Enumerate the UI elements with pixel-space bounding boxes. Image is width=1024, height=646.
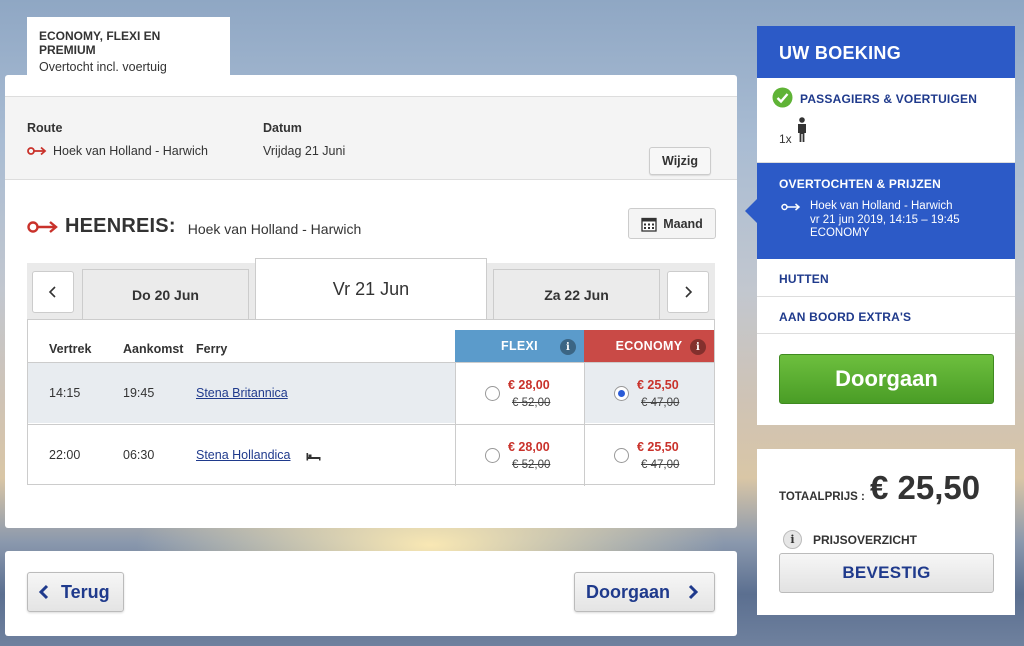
info-icon[interactable]: i — [783, 530, 802, 549]
passenger-count: 1x — [779, 132, 792, 146]
step-crossings-title: OVERTOCHTEN & PRIJZEN — [779, 177, 941, 191]
continue-button[interactable]: Doorgaan — [574, 572, 715, 612]
sidebar-continue-button[interactable]: Doorgaan — [779, 354, 994, 404]
check-circle-icon — [772, 87, 793, 108]
step-crossings-prices[interactable]: OVERTOCHTEN & PRIJZEN Hoek van Holland -… — [745, 163, 1015, 259]
date-value: Vrijdag 21 Juni — [263, 144, 346, 158]
crossing-selection-card: Route Hoek van Holland - Harwich Datum V… — [5, 75, 737, 528]
bed-icon — [306, 453, 321, 461]
economy-old-price: € 47,00 — [641, 397, 680, 409]
back-button-label: Terug — [61, 581, 110, 602]
route-arrow-icon — [27, 146, 47, 156]
flexi-price: € 28,00 — [508, 440, 550, 454]
flexi-old-price: € 52,00 — [512, 397, 551, 409]
fare-option-economy[interactable]: € 25,50 € 47,00 — [584, 425, 714, 486]
fare-header-economy[interactable]: ECONOMY i — [584, 330, 714, 362]
step-cabins[interactable]: HUTTEN — [757, 259, 1015, 297]
departure-time: 22:00 — [49, 448, 81, 462]
fare-header-flexi-label: FLEXI — [501, 339, 538, 353]
selected-crossing-details: Hoek van Holland - Harwich vr 21 jun 201… — [810, 200, 960, 241]
selected-route: Hoek van Holland - Harwich — [810, 200, 953, 212]
booking-title: UW BOEKING — [757, 26, 1015, 78]
selected-datetime: vr 21 jun 2019, 14:15 – 19:45 — [810, 213, 960, 226]
active-step-pointer — [745, 199, 757, 223]
step-cabins-title: HUTTEN — [779, 272, 829, 286]
continue-button-label: Doorgaan — [586, 581, 671, 602]
ferry-link[interactable]: Stena Britannica — [196, 386, 288, 400]
fare-option-flexi[interactable]: € 28,00 € 52,00 — [455, 425, 584, 486]
date-label: Datum — [263, 121, 302, 135]
date-tab-previous[interactable]: Do 20 Jun — [82, 269, 249, 319]
total-price-amount: € 25,50 — [870, 469, 981, 506]
route-arrow-icon — [27, 220, 58, 233]
change-button[interactable]: Wijzig — [649, 147, 711, 175]
departure-time: 14:15 — [49, 386, 81, 400]
month-view-button[interactable]: Maand — [628, 208, 716, 239]
sailings-table: Vertrek Aankomst Ferry FLEXI i ECONOMY i… — [27, 319, 715, 486]
economy-radio[interactable] — [614, 448, 629, 463]
step-extras-title: AAN BOORD EXTRA'S — [779, 310, 912, 324]
flexi-price: € 28,00 — [508, 378, 550, 392]
previous-date-button[interactable] — [32, 271, 74, 313]
fare-header-economy-label: ECONOMY — [615, 339, 683, 353]
fare-option-flexi[interactable]: € 28,00 € 52,00 — [455, 363, 584, 424]
economy-old-price: € 47,00 — [641, 459, 680, 471]
ferry-link[interactable]: Stena Hollandica — [196, 448, 291, 462]
calendar-icon — [641, 217, 657, 232]
route-arrow-icon — [781, 203, 801, 211]
person-icon — [798, 117, 806, 142]
column-header-arrival: Aankomst — [123, 342, 184, 356]
price-overview-link[interactable]: PRIJSOVERZICHT — [813, 533, 917, 547]
confirm-button[interactable]: BEVESTIG — [779, 553, 994, 593]
outbound-route: Hoek van Holland - Harwich — [187, 220, 362, 237]
step-passengers-title: PASSAGIERS & VOERTUIGEN — [800, 92, 978, 106]
step-passengers-vehicles[interactable]: PASSAGIERS & VOERTUIGEN 1x — [757, 78, 1015, 163]
economy-price: € 25,50 — [637, 440, 679, 454]
fare-option-economy[interactable]: € 25,50 € 47,00 — [584, 363, 714, 424]
column-header-ferry: Ferry — [196, 342, 228, 356]
arrival-time: 19:45 — [123, 386, 155, 400]
flexi-radio[interactable] — [485, 448, 500, 463]
economy-price: € 25,50 — [637, 378, 679, 392]
next-date-button[interactable] — [667, 271, 709, 313]
total-price-panel: TOTAALPRIJS : € 25,50 i PRIJSOVERZICHT B… — [757, 449, 1015, 615]
table-row[interactable]: 14:15 19:45 Stena Britannica € 28,00 € 5… — [28, 362, 714, 424]
chevron-left-icon — [48, 286, 56, 298]
flexi-radio[interactable] — [485, 386, 500, 401]
flexi-old-price: € 52,00 — [512, 459, 551, 471]
month-view-label: Maand — [663, 216, 703, 231]
outbound-title: HEENREIS: — [65, 215, 176, 237]
info-icon[interactable]: i — [690, 339, 706, 355]
fare-type-title: ECONOMY, FLEXI EN PREMIUM — [39, 29, 161, 57]
fare-type-subtitle: Overtocht incl. voertuig — [39, 60, 167, 74]
selected-fare: ECONOMY — [810, 227, 870, 239]
fare-type-tab: ECONOMY, FLEXI EN PREMIUM Overtocht incl… — [27, 17, 230, 75]
info-icon[interactable]: i — [560, 339, 576, 355]
arrival-time: 06:30 — [123, 448, 155, 462]
date-selector: Do 20 Jun Vr 21 Jun Za 22 Jun — [27, 258, 715, 320]
date-tab-selected[interactable]: Vr 21 Jun — [255, 258, 487, 320]
trip-summary-bar: Route Hoek van Holland - Harwich Datum V… — [5, 96, 737, 180]
booking-summary-panel: UW BOEKING PASSAGIERS & VOERTUIGEN 1x OV… — [745, 26, 1015, 425]
chevron-left-icon — [38, 584, 49, 600]
table-row[interactable]: 22:00 06:30 Stena Hollandica € 28,00 € 5… — [28, 424, 714, 486]
chevron-right-icon — [685, 286, 693, 298]
route-value: Hoek van Holland - Harwich — [53, 144, 208, 158]
column-header-departure: Vertrek — [49, 342, 92, 356]
navigation-bar: Terug Doorgaan — [5, 551, 737, 636]
date-tab-next[interactable]: Za 22 Jun — [493, 269, 660, 319]
total-price-label: TOTAALPRIJS : — [779, 491, 865, 503]
step-onboard-extras[interactable]: AAN BOORD EXTRA'S — [757, 297, 1015, 334]
economy-radio[interactable] — [614, 386, 629, 401]
fare-header-flexi[interactable]: FLEXI i — [455, 330, 584, 362]
outbound-heading: HEENREIS: Hoek van Holland - Harwich — [27, 215, 361, 238]
route-label: Route — [27, 121, 63, 135]
chevron-right-icon — [688, 584, 699, 600]
back-button[interactable]: Terug — [27, 572, 124, 612]
